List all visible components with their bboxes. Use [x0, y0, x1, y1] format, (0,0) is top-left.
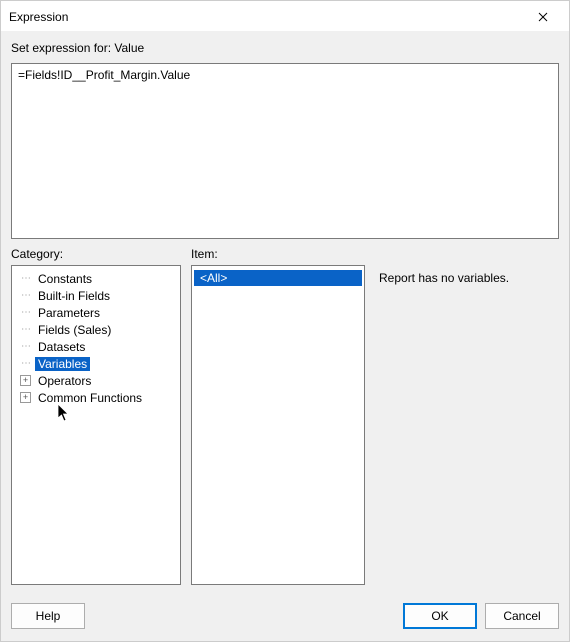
category-label: Category:	[11, 247, 181, 261]
close-button[interactable]	[525, 5, 561, 29]
category-node-label: Datasets	[35, 340, 88, 354]
category-node-label: Variables	[35, 357, 90, 371]
category-node-label: Fields (Sales)	[35, 323, 114, 337]
ok-button[interactable]: OK	[403, 603, 477, 629]
help-button[interactable]: Help	[11, 603, 85, 629]
window-title: Expression	[9, 10, 68, 24]
category-node-label: Built-in Fields	[35, 289, 113, 303]
tree-connector-icon: ⋯	[21, 274, 31, 284]
description-panel: Report has no variables.	[375, 265, 559, 585]
category-node[interactable]: ⋯ Parameters	[14, 304, 178, 321]
category-node[interactable]: ⋯ Built-in Fields	[14, 287, 178, 304]
close-icon	[538, 12, 548, 22]
category-tree: ⋯ Constants ⋯ Built-in Fields ⋯ Parameters ⋯ Fi…	[14, 270, 178, 406]
category-node[interactable]: ⋯ Constants	[14, 270, 178, 287]
category-node[interactable]: ⋯ Variables	[14, 355, 178, 372]
button-bar: Help OK Cancel	[1, 595, 569, 641]
category-node[interactable]: ⋯ Datasets	[14, 338, 178, 355]
item-column: Item: <All>	[191, 245, 365, 585]
expand-icon[interactable]: +	[20, 392, 31, 403]
category-node[interactable]: + Operators	[14, 372, 178, 389]
tree-connector-icon: ⋯	[21, 359, 31, 369]
tree-connector-icon: ⋯	[21, 342, 31, 352]
cancel-button[interactable]: Cancel	[485, 603, 559, 629]
tree-connector-icon: ⋯	[21, 325, 31, 335]
category-panel[interactable]: ⋯ Constants ⋯ Built-in Fields ⋯ Parameters ⋯ Fi…	[11, 265, 181, 585]
item-panel[interactable]: <All>	[191, 265, 365, 585]
expression-dialog: Expression Set expression for: Value Cat…	[0, 0, 570, 642]
set-expression-label: Set expression for: Value	[11, 41, 559, 55]
category-node[interactable]: + Common Functions	[14, 389, 178, 406]
category-node[interactable]: ⋯ Fields (Sales)	[14, 321, 178, 338]
item-list: <All>	[194, 270, 362, 286]
item-row[interactable]: <All>	[194, 270, 362, 286]
tree-connector-icon: ⋯	[21, 308, 31, 318]
expand-icon[interactable]: +	[20, 375, 31, 386]
dialog-content: Set expression for: Value Category: ⋯ Con…	[1, 31, 569, 595]
description-text: Report has no variables.	[379, 271, 509, 285]
category-node-label: Common Functions	[35, 391, 145, 405]
expression-input[interactable]	[11, 63, 559, 239]
titlebar: Expression	[1, 1, 569, 31]
description-column: Report has no variables.	[375, 245, 559, 585]
description-spacer	[375, 247, 559, 261]
tree-connector-icon: ⋯	[21, 291, 31, 301]
lower-panels: Category: ⋯ Constants ⋯ Built-in Fields ⋯ Par…	[11, 245, 559, 585]
category-node-label: Parameters	[35, 306, 103, 320]
category-node-label: Operators	[35, 374, 94, 388]
category-column: Category: ⋯ Constants ⋯ Built-in Fields ⋯ Par…	[11, 245, 181, 585]
item-label: Item:	[191, 247, 365, 261]
category-node-label: Constants	[35, 272, 95, 286]
